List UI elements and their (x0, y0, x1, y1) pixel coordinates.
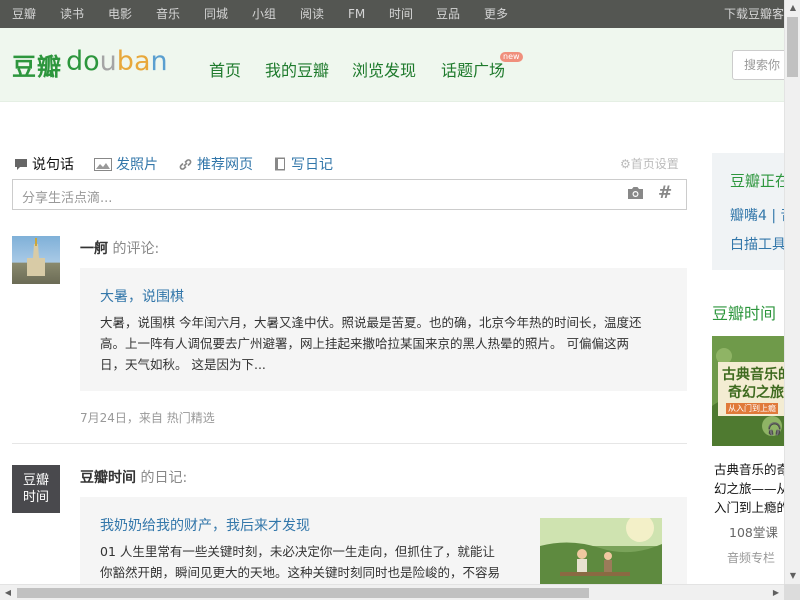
vertical-scrollbar[interactable]: ▲ ▼ (784, 0, 800, 584)
download-app-link[interactable]: 下载豆瓣客 (724, 0, 784, 28)
share-input-box[interactable]: 分享生活点滴... # (12, 179, 687, 210)
topbar-link-movies[interactable]: 电影 (108, 0, 132, 28)
course-tag: 音频专栏 (727, 551, 776, 565)
excerpt-line: 日，天气如秋。 这是因为下... (100, 357, 266, 372)
topbar-link-more[interactable]: 更多 (484, 0, 508, 28)
topic-hash-button[interactable]: # (658, 183, 672, 203)
scroll-up-arrow-icon[interactable]: ▲ (785, 0, 800, 16)
topbar-link-local[interactable]: 同城 (204, 0, 228, 28)
scroll-down-arrow-icon[interactable]: ▼ (785, 568, 800, 584)
horizontal-scroll-thumb[interactable] (17, 588, 589, 598)
search-input[interactable]: 搜索你 (732, 50, 792, 80)
new-badge: new (500, 52, 523, 62)
topbar-link-time[interactable]: 时间 (389, 0, 413, 28)
course-count: 108堂课 (729, 525, 778, 540)
scroll-right-arrow-icon[interactable]: ▶ (768, 585, 784, 601)
topbar-link-groups[interactable]: 小组 (252, 0, 276, 28)
topbar-link-market[interactable]: 豆品 (436, 0, 460, 28)
gear-icon: ⚙ (620, 157, 631, 171)
link-label: 推荐网页 (197, 157, 253, 173)
avatar-text: 时间 (22, 490, 49, 505)
topbar-link-music[interactable]: 音乐 (156, 0, 180, 28)
excerpt-line: 高。上一阵有人调侃要去广州避署，网上挂起来撒哈拉某国来京的黑人热晕的照片。 可偏… (100, 336, 629, 351)
settings-label: 首页设置 (630, 157, 679, 171)
share-input[interactable]: 分享生活点滴... (22, 187, 112, 206)
excerpt-line: 你豁然开朗，瞬间见更大的天地。这种关键时刻同时也是险峻的，不容易 (100, 565, 501, 580)
cover-title-line: 奇幻之旅 (728, 385, 784, 401)
say-something-tab[interactable]: 说句话 (14, 154, 74, 174)
review-card: 大暑，说围棋 大暑，说围棋 今年闰六月，大暑又逢中伏。照说最是苦夏。也的确，北京… (80, 268, 687, 391)
horizontal-scrollbar[interactable]: ◀ ▶ (0, 584, 784, 600)
recommend-link-tab[interactable]: 推荐网页 (178, 154, 253, 174)
feed-meta: 7月24日，来自 热门精选 (80, 411, 215, 425)
link-icon (179, 159, 192, 170)
feed-author-line: 一舸 的评论: (80, 238, 159, 258)
avatar-douban-time[interactable]: 豆瓣 时间 (12, 465, 60, 513)
author-name[interactable]: 一舸 (80, 241, 108, 257)
notice-link[interactable]: 瓣嘴4 | 音 (730, 205, 784, 225)
douban-time-title[interactable]: 豆瓣时间 (712, 300, 776, 324)
site-header: 豆瓣 douban douban 首页 我的豆瓣 浏览发现 话题广场 new 搜… (0, 28, 792, 102)
top-bar: 豆瓣 读书 电影 音乐 同城 小组 阅读 FM 时间 豆品 更多 下载豆瓣客 (0, 0, 784, 28)
speech-bubble-icon (15, 159, 27, 170)
notebook-icon (275, 157, 285, 171)
nav-explore[interactable]: 浏览发现 (352, 57, 416, 81)
scroll-left-arrow-icon[interactable]: ◀ (0, 585, 16, 601)
headphones-icon: 🎧 (767, 422, 782, 436)
diary-card: 我奶奶给我的财产，我后来才发现 01 人生里常有一些关键时刻，未必决定你一生走向… (80, 497, 687, 584)
excerpt-line: 大暑，说围棋 今年闰六月，大暑又逢中伏。照说最是苦夏。也的确，北京今年热的时间长… (100, 315, 642, 330)
avatar-text: 豆瓣 (22, 473, 49, 488)
home-settings-link[interactable]: ⚙首页设置 (620, 155, 679, 172)
author-action: 的日记: (140, 470, 188, 486)
say-label: 说句话 (32, 157, 74, 173)
course-title-line[interactable]: 幻之旅——从 (714, 478, 789, 497)
photo-label: 发照片 (116, 157, 158, 173)
feed-divider (12, 443, 687, 444)
topbar-link-fm[interactable]: FM (348, 0, 365, 28)
topbar-link-books[interactable]: 读书 (60, 0, 84, 28)
topbar-link-douban[interactable]: 豆瓣 (12, 0, 36, 28)
photo-icon (94, 158, 112, 171)
notice-link[interactable]: 白描工具 (730, 234, 784, 254)
review-excerpt: 大暑，说围棋 今年闰六月，大暑又逢中伏。照说最是苦夏。也的确，北京今年热的时间长… (100, 312, 680, 375)
review-title[interactable]: 大暑，说围棋 (100, 286, 184, 306)
course-title-line[interactable]: 古典音乐的奇 (714, 459, 789, 478)
author-action: 的评论: (112, 241, 160, 257)
scrollbar-corner (784, 584, 800, 600)
nav-topics[interactable]: 话题广场 (441, 57, 505, 81)
cover-title-line: 古典音乐的 (722, 367, 784, 383)
diary-label: 写日记 (291, 157, 333, 173)
avatar-yige[interactable] (12, 236, 60, 284)
feed-author-line: 豆瓣时间 的日记: (80, 467, 187, 487)
vertical-scroll-thumb[interactable] (787, 17, 798, 77)
course-title-line[interactable]: 入门到上瘾的 (714, 497, 789, 516)
notice-title: 豆瓣正在 (730, 172, 784, 190)
nav-home[interactable]: 首页 (209, 57, 241, 81)
logo-english[interactable]: douban (66, 47, 168, 77)
logo-chinese[interactable]: 豆瓣 (12, 47, 62, 82)
course-cover[interactable]: 古典音乐的 奇幻之旅 从入门到上瘾 🎧 (712, 336, 784, 446)
author-name[interactable]: 豆瓣时间 (80, 470, 136, 486)
camera-icon[interactable] (627, 186, 644, 204)
sidebar-notice: 豆瓣正在 瓣嘴4 | 音 白描工具 (712, 153, 784, 270)
post-photo-tab[interactable]: 发照片 (94, 154, 158, 174)
write-diary-tab[interactable]: 写日记 (274, 154, 333, 174)
cover-subtitle: 从入门到上瘾 (726, 403, 778, 414)
nav-my-douban[interactable]: 我的豆瓣 (265, 57, 329, 81)
diary-excerpt: 01 人生里常有一些关键时刻，未必决定你一生走向，但抓住了，就能让 你豁然开朗，… (100, 541, 520, 583)
cover-title: 古典音乐的 奇幻之旅 (722, 366, 784, 402)
excerpt-line: 01 人生里常有一些关键时刻，未必决定你一生走向，但抓住了，就能让 (100, 544, 495, 559)
diary-thumbnail[interactable] (540, 518, 662, 584)
diary-title[interactable]: 我奶奶给我的财产，我后来才发现 (100, 515, 310, 535)
topbar-link-read[interactable]: 阅读 (300, 0, 324, 28)
